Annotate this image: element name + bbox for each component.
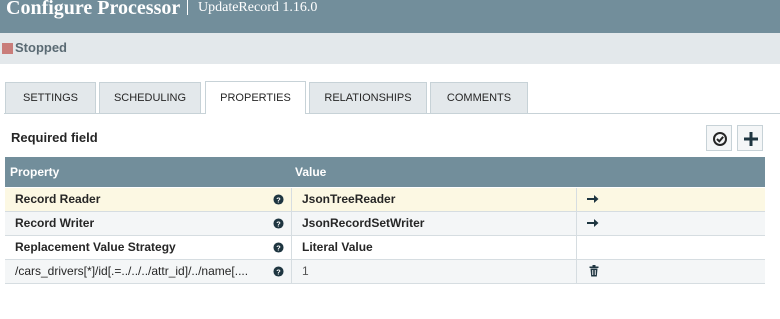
table-header: Property Value bbox=[5, 157, 765, 187]
column-divider bbox=[576, 212, 577, 236]
column-divider bbox=[576, 236, 577, 260]
dialog-header: Configure Processor UpdateRecord 1.16.0 bbox=[0, 0, 780, 33]
property-name: Record Reader bbox=[15, 192, 101, 206]
tab-relationships[interactable]: RELATIONSHIPS bbox=[309, 82, 427, 113]
help-icon[interactable]: ? bbox=[273, 266, 284, 277]
processor-type: UpdateRecord 1.16.0 bbox=[198, 0, 318, 15]
column-divider bbox=[576, 188, 577, 212]
property-name: /cars_drivers[*]/id[.=../../../attr_id]/… bbox=[15, 264, 249, 278]
tab-settings[interactable]: SETTINGS bbox=[5, 82, 96, 113]
svg-text:?: ? bbox=[276, 219, 281, 228]
stopped-icon bbox=[2, 43, 13, 54]
check-circle-icon bbox=[713, 132, 727, 146]
arrow-right-icon[interactable] bbox=[587, 194, 599, 204]
column-divider bbox=[291, 260, 292, 284]
svg-text:?: ? bbox=[276, 243, 281, 252]
help-icon[interactable]: ? bbox=[273, 218, 284, 229]
status-bar bbox=[0, 33, 780, 64]
help-icon[interactable]: ? bbox=[273, 194, 284, 205]
column-divider bbox=[291, 236, 292, 260]
column-divider bbox=[291, 188, 292, 212]
table-row[interactable]: Record Writer ? JsonRecordSetWriter bbox=[5, 212, 765, 236]
svg-text:?: ? bbox=[276, 195, 281, 204]
verify-properties-button[interactable] bbox=[706, 125, 732, 151]
property-value[interactable]: JsonRecordSetWriter bbox=[302, 216, 424, 230]
tab-comments[interactable]: COMMENTS bbox=[430, 82, 528, 113]
dialog-title: Configure Processor bbox=[6, 0, 181, 19]
tab-scheduling[interactable]: SCHEDULING bbox=[99, 82, 201, 113]
column-header-property: Property bbox=[10, 165, 60, 179]
tab-properties[interactable]: PROPERTIES bbox=[205, 81, 306, 114]
header-divider bbox=[187, 0, 188, 15]
column-header-value: Value bbox=[295, 165, 327, 179]
property-value[interactable]: JsonTreeReader bbox=[302, 192, 395, 206]
trash-icon[interactable] bbox=[589, 265, 599, 277]
help-icon[interactable]: ? bbox=[273, 242, 284, 253]
table-row[interactable]: Record Reader ? JsonTreeReader bbox=[5, 188, 765, 212]
table-row[interactable]: /cars_drivers[*]/id[.=../../../attr_id]/… bbox=[5, 260, 765, 284]
add-property-button[interactable] bbox=[737, 125, 763, 151]
column-divider bbox=[291, 212, 292, 236]
status-label: Stopped bbox=[15, 40, 67, 55]
required-field-label: Required field bbox=[11, 130, 98, 145]
column-divider bbox=[576, 260, 577, 284]
svg-text:?: ? bbox=[276, 267, 281, 276]
arrow-right-icon[interactable] bbox=[587, 218, 599, 228]
property-name: Record Writer bbox=[15, 216, 95, 230]
table-row[interactable]: Replacement Value Strategy ? Literal Val… bbox=[5, 236, 765, 260]
plus-icon bbox=[744, 132, 758, 146]
property-value[interactable]: 1 bbox=[302, 264, 309, 278]
property-value[interactable]: Literal Value bbox=[302, 240, 373, 254]
property-name: Replacement Value Strategy bbox=[15, 240, 176, 254]
